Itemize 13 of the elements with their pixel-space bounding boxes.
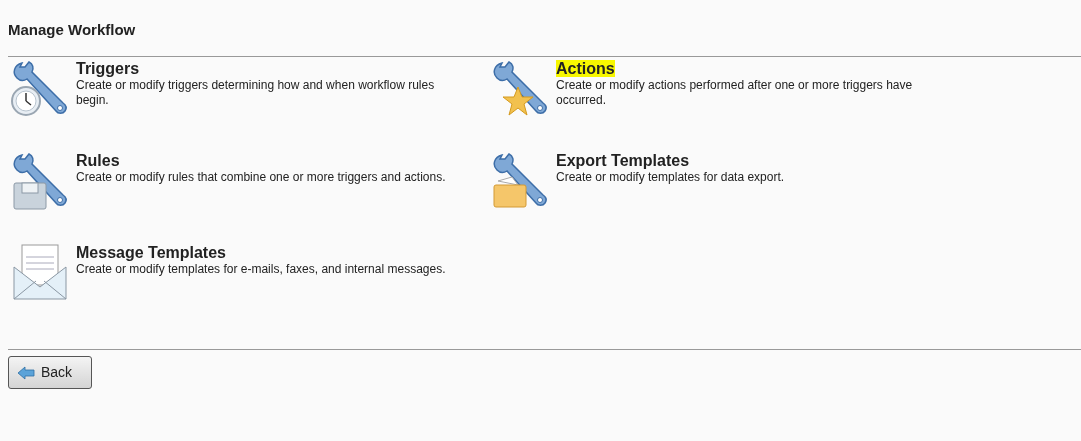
- section-description: Create or modify actions performed after one or more triggers have occurred.: [556, 78, 914, 108]
- section-description: Create or modify triggers determining how and when workflow rules begin.: [76, 78, 436, 108]
- section-link[interactable]: Message Templates: [76, 244, 226, 261]
- section-link[interactable]: Rules: [76, 152, 120, 169]
- section-description: Create or modify templates for e-mails, faxes, and internal messages.: [76, 262, 447, 277]
- section-link[interactable]: Export Templates: [556, 152, 690, 169]
- section-link[interactable]: Actions: [556, 60, 615, 77]
- page-title: Manage Workflow: [8, 20, 137, 40]
- section-description: Create or modify templates for data export.: [556, 170, 786, 185]
- section-link[interactable]: Triggers: [76, 60, 140, 77]
- back-arrow-icon: [17, 365, 35, 380]
- section-description: Create or modify rules that combine one or more triggers and actions.: [76, 170, 447, 185]
- back-button[interactable]: Back: [8, 356, 92, 389]
